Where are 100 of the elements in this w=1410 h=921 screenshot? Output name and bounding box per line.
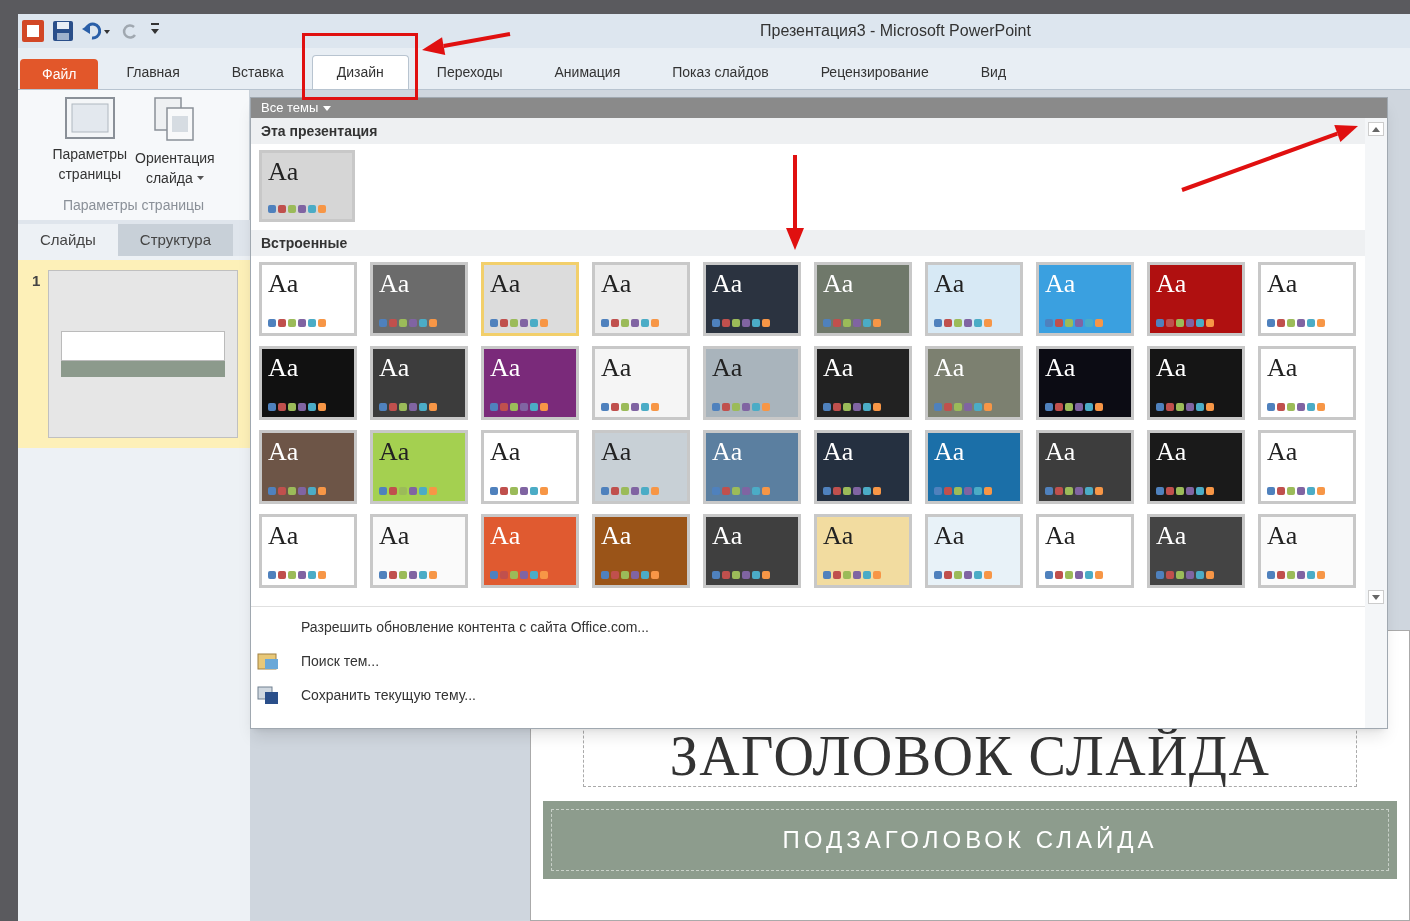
slide-number: 1 xyxy=(32,271,41,291)
theme-sample-text: Aa xyxy=(823,271,855,297)
theme-sample-text: Aa xyxy=(712,355,744,381)
theme-sample-text: Aa xyxy=(490,271,522,297)
theme-sample-text: Aa xyxy=(934,355,966,381)
ribbon-tab[interactable]: Рецензирование xyxy=(796,55,953,89)
theme-sample-text: Aa xyxy=(1156,439,1188,465)
panel-tab[interactable]: Слайды xyxy=(18,224,118,256)
theme-sample-text: Aa xyxy=(1267,439,1299,465)
theme-sample-text: Aa xyxy=(712,523,744,549)
theme-sample-text: Aa xyxy=(490,439,522,465)
group-label: Параметры страницы xyxy=(61,196,206,215)
theme-sample-text: Aa xyxy=(601,523,633,549)
theme-thumbnail[interactable]: Aa xyxy=(1036,514,1134,588)
theme-sample-text: Aa xyxy=(379,523,411,549)
button-label: Параметры xyxy=(52,145,128,164)
slide-subtitle: ПОДЗАГОЛОВОК СЛАЙДА xyxy=(782,825,1158,855)
theme-thumbnail[interactable]: Aa xyxy=(592,514,690,588)
theme-thumbnail[interactable]: Aa xyxy=(481,430,579,504)
slide-title: ЗАГОЛОВОК СЛАЙДА xyxy=(669,726,1271,786)
button-label: Ориентация xyxy=(135,149,215,168)
theme-thumbnail[interactable]: Aa xyxy=(592,262,690,336)
theme-sample-text: Aa xyxy=(934,523,966,549)
theme-thumbnail[interactable]: Aa xyxy=(1147,514,1245,588)
theme-thumbnail[interactable]: Aa xyxy=(703,346,801,420)
theme-sample-text: Aa xyxy=(1156,355,1188,381)
theme-sample-text: Aa xyxy=(712,439,744,465)
theme-thumbnail[interactable]: Aa xyxy=(925,346,1023,420)
theme-thumbnail[interactable]: Aa xyxy=(259,150,355,222)
theme-thumbnail[interactable]: Aa xyxy=(481,514,579,588)
theme-thumbnail[interactable]: Aa xyxy=(1147,430,1245,504)
gallery-menu-item[interactable]: Разрешить обновление контента с сайта Office.com... xyxy=(257,615,1365,639)
theme-sample-text: Aa xyxy=(1045,439,1077,465)
ribbon-tab[interactable]: Вид xyxy=(956,55,1031,89)
slide-orientation-button[interactable]: Ориентация слайда xyxy=(132,90,218,188)
theme-thumbnail[interactable]: Aa xyxy=(703,262,801,336)
theme-thumbnail[interactable]: Aa xyxy=(814,346,912,420)
theme-thumbnail[interactable]: Aa xyxy=(703,514,801,588)
theme-thumbnail[interactable]: Aa xyxy=(370,514,468,588)
panel-tab[interactable]: Структура xyxy=(117,224,233,256)
theme-sample-text: Aa xyxy=(934,271,966,297)
theme-sample-text: Aa xyxy=(1267,523,1299,549)
theme-thumbnail[interactable]: Aa xyxy=(1258,430,1356,504)
theme-thumbnail[interactable]: Aa xyxy=(259,514,357,588)
theme-sample-text: Aa xyxy=(934,439,966,465)
ribbon-tab[interactable]: Показ слайдов xyxy=(648,55,793,89)
slide-list-item[interactable]: 1 xyxy=(18,260,250,448)
gallery-menu-item[interactable]: Сохранить текущую тему... xyxy=(257,683,1365,707)
theme-thumbnail[interactable]: Aa xyxy=(925,262,1023,336)
theme-sample-text: Aa xyxy=(601,355,633,381)
button-label: страницы xyxy=(58,165,122,184)
theme-thumbnail[interactable]: Aa xyxy=(1147,346,1245,420)
theme-sample-text: Aa xyxy=(268,159,300,185)
theme-sample-text: Aa xyxy=(268,439,300,465)
ribbon-tab[interactable]: Анимация xyxy=(530,55,645,89)
theme-sample-text: Aa xyxy=(1156,271,1188,297)
ribbon-tab[interactable]: Переходы xyxy=(412,55,527,89)
theme-thumbnail[interactable]: Aa xyxy=(1036,346,1134,420)
theme-thumbnail[interactable]: Aa xyxy=(481,262,579,336)
theme-sample-text: Aa xyxy=(823,523,855,549)
file-tab[interactable]: Файл xyxy=(20,59,99,89)
ribbon-tab[interactable]: Дизайн xyxy=(311,55,409,89)
theme-sample-text: Aa xyxy=(823,355,855,381)
gallery-menu-item[interactable]: Поиск тем... xyxy=(257,649,1365,673)
theme-thumbnail[interactable]: Aa xyxy=(814,262,912,336)
theme-thumbnail[interactable]: Aa xyxy=(1147,262,1245,336)
theme-thumbnail[interactable]: Aa xyxy=(925,514,1023,588)
theme-thumbnail[interactable]: Aa xyxy=(592,346,690,420)
page-setup-button[interactable]: Параметры страницы xyxy=(49,90,131,188)
section-header: Встроенные xyxy=(251,230,1365,256)
theme-thumbnail[interactable]: Aa xyxy=(259,262,357,336)
theme-sample-text: Aa xyxy=(490,523,522,549)
theme-sample-text: Aa xyxy=(1267,355,1299,381)
theme-thumbnail[interactable]: Aa xyxy=(925,430,1023,504)
theme-thumbnail[interactable]: Aa xyxy=(814,430,912,504)
theme-sample-text: Aa xyxy=(1267,271,1299,297)
theme-sample-text: Aa xyxy=(1045,355,1077,381)
theme-thumbnail[interactable]: Aa xyxy=(259,430,357,504)
theme-sample-text: Aa xyxy=(1156,523,1188,549)
theme-sample-text: Aa xyxy=(823,439,855,465)
theme-thumbnail[interactable]: Aa xyxy=(703,430,801,504)
theme-sample-text: Aa xyxy=(379,439,411,465)
theme-sample-text: Aa xyxy=(601,439,633,465)
theme-thumbnail[interactable]: Aa xyxy=(259,346,357,420)
section-header: Эта презентация xyxy=(251,118,1365,144)
theme-thumbnail[interactable]: Aa xyxy=(1258,262,1356,336)
theme-thumbnail[interactable]: Aa xyxy=(814,514,912,588)
theme-thumbnail[interactable]: Aa xyxy=(1258,514,1356,588)
theme-thumbnail[interactable]: Aa xyxy=(1036,430,1134,504)
theme-thumbnail[interactable]: Aa xyxy=(481,346,579,420)
ribbon-tab[interactable]: Вставка xyxy=(207,55,308,89)
theme-sample-text: Aa xyxy=(601,271,633,297)
theme-thumbnail[interactable]: Aa xyxy=(370,346,468,420)
theme-thumbnail[interactable]: Aa xyxy=(1258,346,1356,420)
theme-thumbnail[interactable]: Aa xyxy=(592,430,690,504)
theme-thumbnail[interactable]: Aa xyxy=(370,430,468,504)
ribbon-tab[interactable]: Главная xyxy=(102,55,204,89)
theme-sample-text: Aa xyxy=(268,355,300,381)
theme-thumbnail[interactable]: Aa xyxy=(370,262,468,336)
window-title: Презентация3 - Microsoft PowerPoint xyxy=(760,21,1031,41)
